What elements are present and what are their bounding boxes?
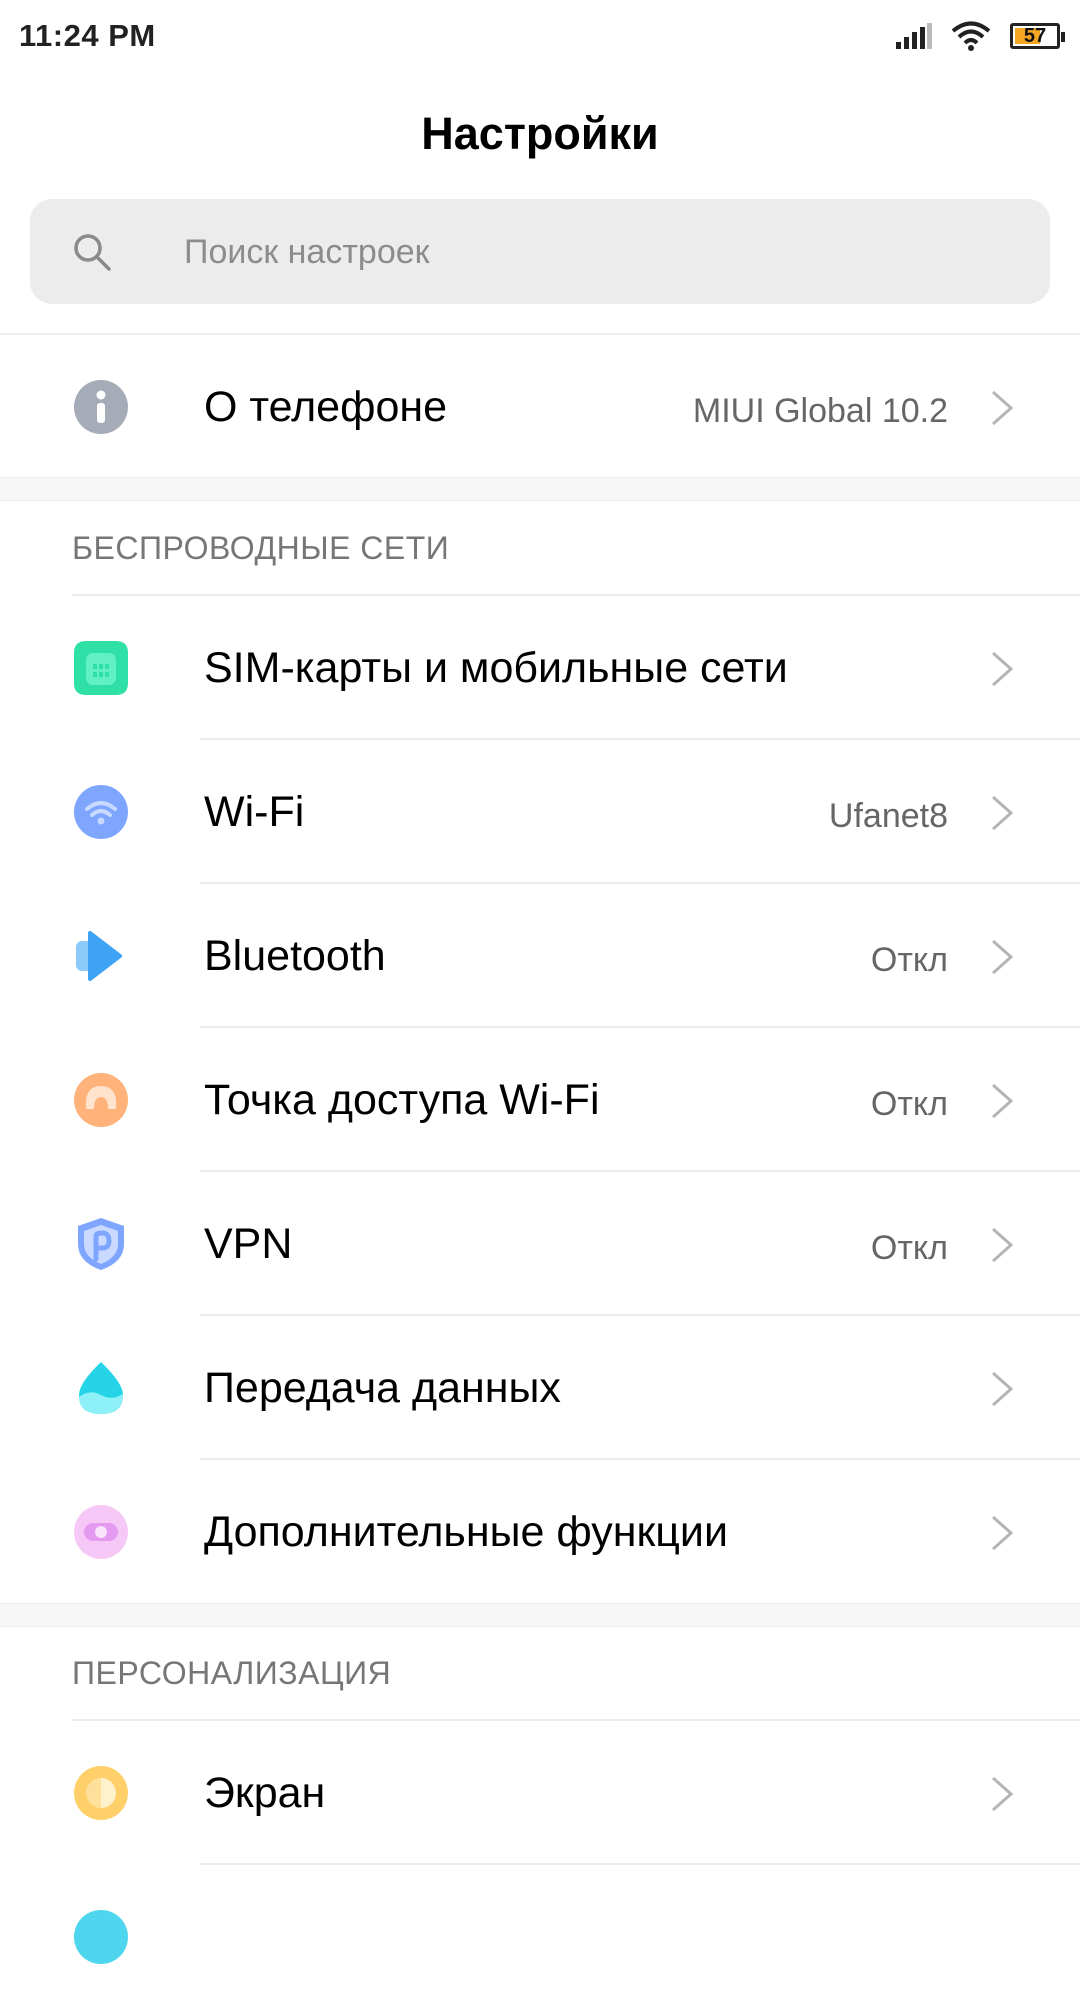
- chevron-right-icon: [992, 1227, 1014, 1263]
- wifi-row[interactable]: Wi-Fi Ufanet8: [0, 740, 1080, 884]
- wifi-status-icon: [951, 21, 991, 51]
- hotspot-label: Точка доступа Wi-Fi: [204, 1076, 600, 1124]
- about-phone-row[interactable]: О телефоне MIUI Global 10.2: [0, 335, 1080, 479]
- chevron-right-icon: [992, 1776, 1014, 1812]
- display-icon: [74, 1766, 128, 1820]
- sim-cards-row[interactable]: SIM-карты и мобильные сети: [0, 596, 1080, 740]
- chevron-right-icon: [992, 939, 1014, 975]
- display-label: Экран: [204, 1769, 326, 1817]
- vpn-icon: [78, 1218, 124, 1270]
- more-functions-label: Дополнительные функции: [204, 1508, 728, 1556]
- search-placeholder: Поиск настроек: [184, 233, 430, 271]
- section-header-personalization: ПЕРСОНАЛИЗАЦИЯ: [72, 1655, 392, 1691]
- next-row-partial[interactable]: [0, 1865, 1080, 2009]
- chevron-right-icon: [992, 1083, 1014, 1119]
- hotspot-icon: [74, 1073, 128, 1127]
- info-icon: [74, 380, 128, 434]
- search-bar[interactable]: Поиск настроек: [30, 199, 1050, 304]
- hotspot-value: Откл: [870, 1085, 948, 1123]
- vpn-value: Откл: [870, 1229, 948, 1267]
- sim-cards-label: SIM-карты и мобильные сети: [204, 644, 788, 692]
- status-icons: 57: [896, 18, 1065, 54]
- hotspot-row[interactable]: Точка доступа Wi-Fi Откл: [0, 1028, 1080, 1172]
- chevron-right-icon: [992, 1515, 1014, 1551]
- section-gap: [0, 1603, 1080, 1627]
- wifi-value: Ufanet8: [828, 797, 948, 835]
- bluetooth-icon: [76, 931, 122, 981]
- search-icon: [74, 234, 111, 271]
- more-functions-row[interactable]: Дополнительные функции: [0, 1460, 1080, 1604]
- display-row[interactable]: Экран: [0, 1721, 1080, 1865]
- section-header-wireless: БЕСПРОВОДНЫЕ СЕТИ: [72, 530, 450, 566]
- partial-row-icon: [74, 1910, 128, 1964]
- vpn-label: VPN: [204, 1220, 293, 1268]
- bluetooth-row[interactable]: Bluetooth Откл: [0, 884, 1080, 1028]
- status-time: 11:24 PM: [19, 18, 156, 53]
- chevron-right-icon: [992, 1371, 1014, 1407]
- battery-icon: 57: [1010, 23, 1065, 49]
- wifi-icon: [74, 785, 128, 839]
- about-phone-value: MIUI Global 10.2: [692, 392, 948, 430]
- battery-level: 57: [1023, 24, 1047, 47]
- bluetooth-value: Откл: [870, 941, 948, 979]
- signal-icon: [896, 23, 932, 49]
- chevron-right-icon: [992, 795, 1014, 831]
- about-phone-label: О телефоне: [204, 383, 448, 431]
- wifi-label: Wi-Fi: [204, 788, 305, 836]
- data-usage-row[interactable]: Передача данных: [0, 1316, 1080, 1460]
- bluetooth-label: Bluetooth: [204, 932, 386, 980]
- vpn-row[interactable]: VPN Откл: [0, 1172, 1080, 1316]
- section-gap: [0, 477, 1080, 501]
- status-bar: 11:24 PM 57: [0, 0, 1080, 72]
- data-usage-label: Передача данных: [204, 1364, 561, 1412]
- sim-card-icon: [74, 641, 128, 695]
- chevron-right-icon: [992, 651, 1014, 687]
- data-usage-icon: [79, 1362, 123, 1414]
- page-title: Настройки: [421, 108, 659, 159]
- chevron-right-icon: [992, 390, 1014, 426]
- more-functions-icon: [74, 1505, 128, 1559]
